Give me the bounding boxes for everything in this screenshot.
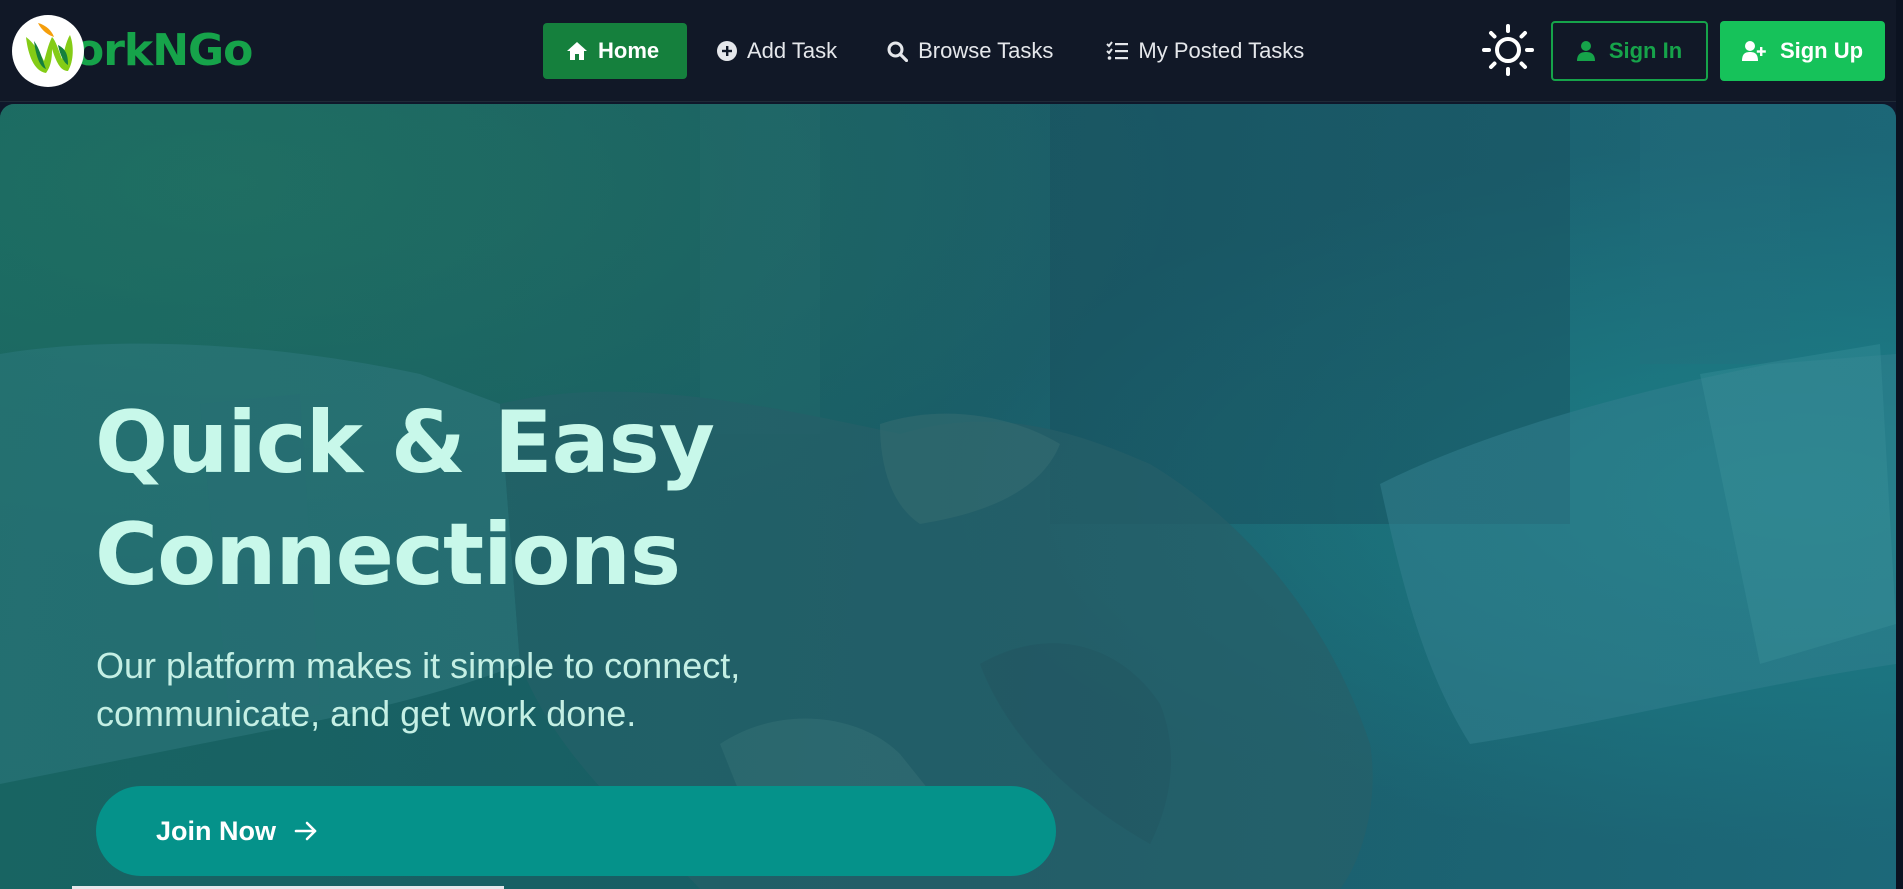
home-icon <box>566 41 588 61</box>
arrow-right-icon <box>294 820 318 842</box>
user-icon <box>1576 41 1595 61</box>
sign-up-label: Sign Up <box>1779 38 1864 63</box>
theme-toggle[interactable] <box>1480 23 1536 81</box>
main-nav: Home Add Task Browse Tasks My Posted Tas… <box>543 23 1327 79</box>
nav-item-label: Home <box>598 38 660 63</box>
sign-in-button[interactable]: Sign In <box>1551 21 1708 81</box>
nav-item-browse-tasks[interactable]: Browse Tasks <box>860 23 1083 79</box>
nav-item-label: Add Task <box>747 38 838 63</box>
nav-item-add-task[interactable]: Add Task <box>687 23 860 79</box>
nav-item-label: Browse Tasks <box>918 38 1054 63</box>
user-plus-icon <box>1741 41 1766 61</box>
hero-title-line: Quick & Easy <box>95 393 715 493</box>
sign-in-label: Sign In <box>1608 38 1683 63</box>
nav-item-my-posted-tasks[interactable]: My Posted Tasks <box>1083 23 1327 79</box>
checklist-icon <box>1106 41 1129 61</box>
hero-subtitle: Our platform makes it simple to connect,… <box>96 642 916 738</box>
window-scrollbar[interactable] <box>1896 0 1903 889</box>
brand[interactable]: orkNGo <box>12 15 253 87</box>
top-navbar: orkNGo Home Add Task Browse Tasks My Pos… <box>0 0 1903 102</box>
brand-name: orkNGo <box>74 25 253 76</box>
search-icon <box>887 41 909 62</box>
join-now-button[interactable]: Join Now <box>96 786 1056 876</box>
hero-subtitle-line: communicate, and get work done. <box>96 693 637 734</box>
nav-item-home[interactable]: Home <box>543 23 687 79</box>
nav-item-label: My Posted Tasks <box>1138 38 1305 63</box>
brand-logo-icon <box>12 15 84 87</box>
join-now-label: Join Now <box>156 815 276 846</box>
sign-up-button[interactable]: Sign Up <box>1720 21 1885 81</box>
hero-section: Quick & Easy Connections Our platform ma… <box>0 104 1896 889</box>
hero-subtitle-line: Our platform makes it simple to connect, <box>96 645 741 686</box>
hero-title: Quick & Easy Connections <box>95 387 795 611</box>
sun-icon <box>1482 23 1534 81</box>
hero-title-line: Connections <box>95 505 681 605</box>
plus-circle-icon <box>717 41 737 61</box>
